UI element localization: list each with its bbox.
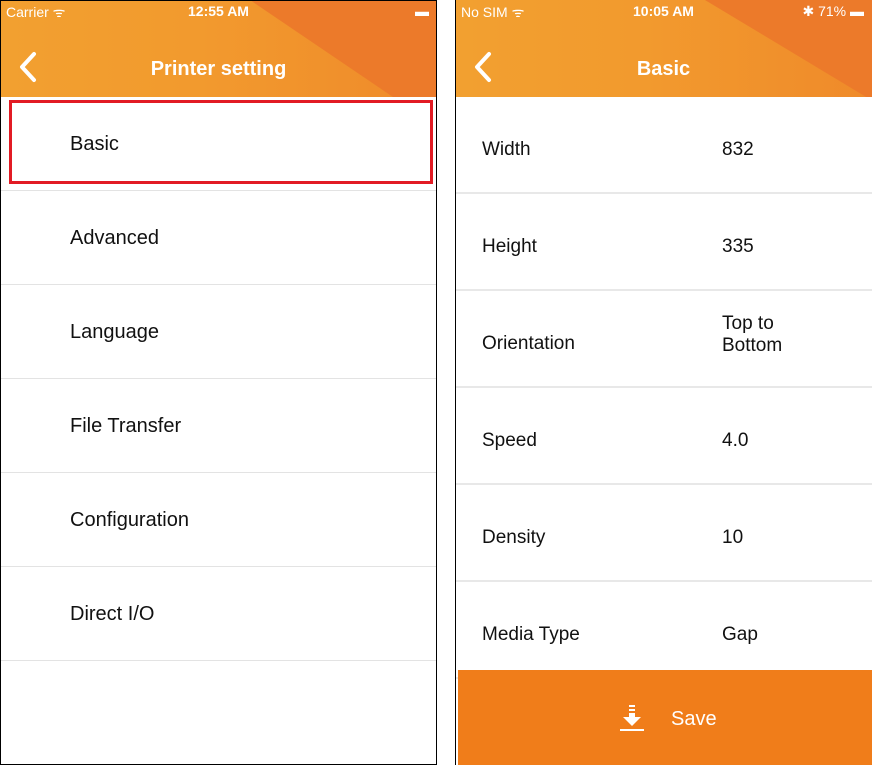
save-button[interactable]: Save <box>458 670 872 765</box>
orientation-value-line-1: Top to <box>722 313 774 334</box>
status-bar: No SIM ᯤ 10:05 AM ✱ 71% ▬ <box>455 0 872 22</box>
menu-item-file-transfer[interactable]: File Transfer <box>0 379 437 473</box>
status-time: 12:55 AM <box>188 3 249 19</box>
setting-value[interactable]: 10 <box>722 527 743 549</box>
settings-menu: Basic Advanced Language File Transfer Co… <box>0 97 437 661</box>
setting-label: Media Type <box>482 624 580 645</box>
setting-row-orientation[interactable]: Orientation Top to Bottom <box>455 291 872 388</box>
setting-row-width[interactable]: Width 832 <box>455 97 872 194</box>
download-arrow-icon <box>620 704 644 732</box>
carrier-label: Carrier ᯤ <box>6 4 66 20</box>
menu-item-label: Basic <box>70 133 119 155</box>
menu-item-label: Language <box>70 321 159 343</box>
battery-bluetooth-icon: ✱ 71% ▬ <box>802 3 864 19</box>
setting-row-height[interactable]: Height 335 <box>455 194 872 291</box>
menu-item-label: Direct I/O <box>70 603 155 625</box>
setting-label: Orientation <box>482 333 575 354</box>
header-bar: Carrier ᯤ 12:55 AM ▬ Printer setting <box>0 0 437 97</box>
menu-item-label: Configuration <box>70 509 189 531</box>
setting-value[interactable]: 335 <box>722 236 754 258</box>
battery-icon: ▬ <box>415 3 429 19</box>
navigation-bar: Basic <box>455 44 872 94</box>
menu-item-advanced[interactable]: Advanced <box>0 191 437 285</box>
status-bar: Carrier ᯤ 12:55 AM ▬ <box>0 0 437 22</box>
setting-label: Height <box>482 236 537 257</box>
setting-row-density[interactable]: Density 10 <box>455 485 872 582</box>
menu-item-basic[interactable]: Basic <box>0 97 437 191</box>
setting-value[interactable]: Top to Bottom <box>722 313 782 357</box>
setting-row-speed[interactable]: Speed 4.0 <box>455 388 872 485</box>
page-title: Printer setting <box>150 58 287 80</box>
menu-item-label: File Transfer <box>70 415 182 437</box>
carrier-label: No SIM ᯤ <box>461 4 525 20</box>
menu-item-configuration[interactable]: Configuration <box>0 473 437 567</box>
setting-label: Speed <box>482 430 537 451</box>
menu-item-label: Advanced <box>70 227 159 249</box>
menu-item-language[interactable]: Language <box>0 285 437 379</box>
setting-value[interactable]: 832 <box>722 139 754 161</box>
basic-settings-list: Width 832 Height 335 Orientation Top to … <box>455 97 872 679</box>
save-label: Save <box>671 708 717 730</box>
navigation-bar: Printer setting <box>0 44 437 94</box>
basic-settings-screen: No SIM ᯤ 10:05 AM ✱ 71% ▬ Basic Width 83… <box>455 0 872 765</box>
setting-value[interactable]: Gap <box>722 624 758 646</box>
setting-label: Density <box>482 527 546 548</box>
header-bar: No SIM ᯤ 10:05 AM ✱ 71% ▬ Basic <box>455 0 872 97</box>
menu-item-direct-io[interactable]: Direct I/O <box>0 567 437 661</box>
setting-value[interactable]: 4.0 <box>722 430 748 452</box>
setting-row-media-type[interactable]: Media Type Gap <box>455 582 872 679</box>
orientation-value-line-2: Bottom <box>722 335 783 356</box>
setting-label: Width <box>482 139 531 160</box>
page-title: Basic <box>636 58 691 80</box>
status-time: 10:05 AM <box>633 3 694 19</box>
printer-setting-screen: Carrier ᯤ 12:55 AM ▬ Printer setting Bas… <box>0 0 437 765</box>
